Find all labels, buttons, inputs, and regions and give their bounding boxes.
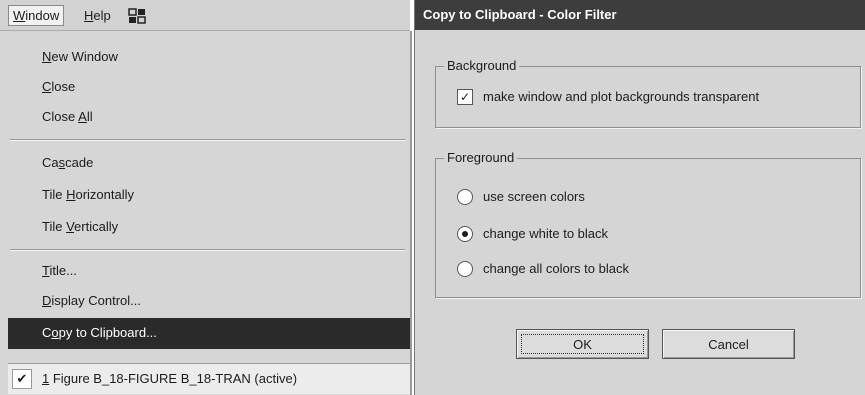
radio-change-white-to-black[interactable] (457, 226, 473, 242)
background-group: Background ✓ make window and plot backgr… (435, 58, 861, 128)
menu-window-mnemonic: W (13, 8, 26, 23)
radio-use-screen-colors-label[interactable]: use screen colors (483, 189, 585, 205)
foreground-group: Foreground use screen colors change whit… (435, 150, 861, 298)
radio-change-all-colors-to-black[interactable] (457, 261, 473, 277)
menu-item-cascade[interactable]: Cascade (42, 151, 93, 175)
menu-item-active-window[interactable]: ✔ 1 Figure B_18-FIGURE B_18-TRAN (active… (8, 363, 410, 394)
active-window-label: 1 Figure B_18-FIGURE B_18-TRAN (active) (42, 367, 297, 391)
menu-item-close-all-text-key: A (78, 109, 87, 124)
menu-item-tile-vertically-text-post: ertically (74, 219, 119, 234)
menu-separator (10, 139, 405, 141)
menu-item-close-all-text-pre: Close (42, 109, 79, 124)
background-group-legend: Background (444, 58, 520, 74)
radio-change-all-colors-to-black-label[interactable]: change all colors to black (483, 261, 629, 277)
menu-item-copy-label-text-post: py to Clipboard... (58, 325, 157, 340)
menu-item-display-control-text-key: D (42, 293, 52, 308)
menu-item-new-window-text-post: ew Window (51, 49, 118, 64)
cancel-button[interactable]: Cancel (662, 329, 795, 359)
menu-item-copy-to-clipboard[interactable]: Copy to Clipboard... (8, 318, 410, 349)
menu-item-tile-vertically-text-key: V (66, 219, 75, 234)
transparent-background-label[interactable]: make window and plot backgrounds transpa… (483, 89, 759, 105)
menu-item-tile-vertically[interactable]: Tile Vertically (42, 215, 118, 239)
menu-help[interactable]: Help (80, 6, 115, 25)
menu-item-tile-horizontally-text-pre: Tile (42, 187, 67, 202)
menu-item-cascade-text-pre: Ca (42, 155, 59, 170)
menu-window[interactable]: Window (8, 5, 65, 26)
transparent-background-checkbox[interactable]: ✓ (457, 89, 473, 105)
menu-item-display-control[interactable]: Display Control... (42, 289, 141, 313)
menu-item-close[interactable]: Close (42, 75, 75, 99)
menu-item-close-text-key: C (42, 79, 52, 94)
menu-item-copy-label: Copy to Clipboard... (42, 321, 157, 345)
foreground-group-legend: Foreground (444, 150, 518, 166)
menu-item-copy-label-text-pre: C (42, 325, 52, 340)
window-tile-icon[interactable] (128, 8, 146, 24)
menu-bar: Window Help (0, 0, 410, 31)
menu-item-title-text-post: itle... (49, 263, 77, 278)
menu-item-copy-label-text-key: o (51, 325, 59, 340)
menu-item-tile-vertically-text-pre: Tile (42, 219, 67, 234)
active-window-label-text-label: Figure B_18-FIGURE B_18-TRAN (active) (49, 371, 298, 386)
menu-item-display-control-text-post: isplay Control... (51, 293, 141, 308)
ok-button[interactable]: OK (516, 329, 649, 359)
menu-help-mnemonic: H (84, 8, 94, 23)
menu-item-close-all-text-post: ll (86, 109, 93, 124)
radio-use-screen-colors[interactable] (457, 189, 473, 205)
dialog-title: Copy to Clipboard - Color Filter (415, 0, 865, 30)
menu-item-new-window[interactable]: New Window (42, 45, 118, 69)
menu-item-cascade-text-post: cade (65, 155, 94, 170)
window-menu-dropdown: New Window Close Close All Cascade Tile … (0, 31, 412, 395)
menu-separator (10, 249, 405, 251)
checkmark-icon: ✔ (12, 369, 32, 389)
menu-item-tile-horizontally[interactable]: Tile Horizontally (42, 183, 134, 207)
menu-window-label: indow (25, 8, 60, 23)
menu-item-new-window-text-key: N (42, 49, 52, 64)
menu-item-title[interactable]: Title... (42, 259, 77, 283)
menu-item-close-text-post: lose (51, 79, 76, 94)
menu-help-label: elp (93, 8, 111, 23)
menu-item-tile-horizontally-text-post: orizontally (75, 187, 134, 202)
color-filter-dialog: Copy to Clipboard - Color Filter Backgro… (414, 0, 865, 395)
menu-item-close-all[interactable]: Close All (42, 105, 93, 129)
radio-change-white-to-black-label[interactable]: change white to black (483, 226, 608, 242)
radio-selected-dot (462, 231, 468, 237)
